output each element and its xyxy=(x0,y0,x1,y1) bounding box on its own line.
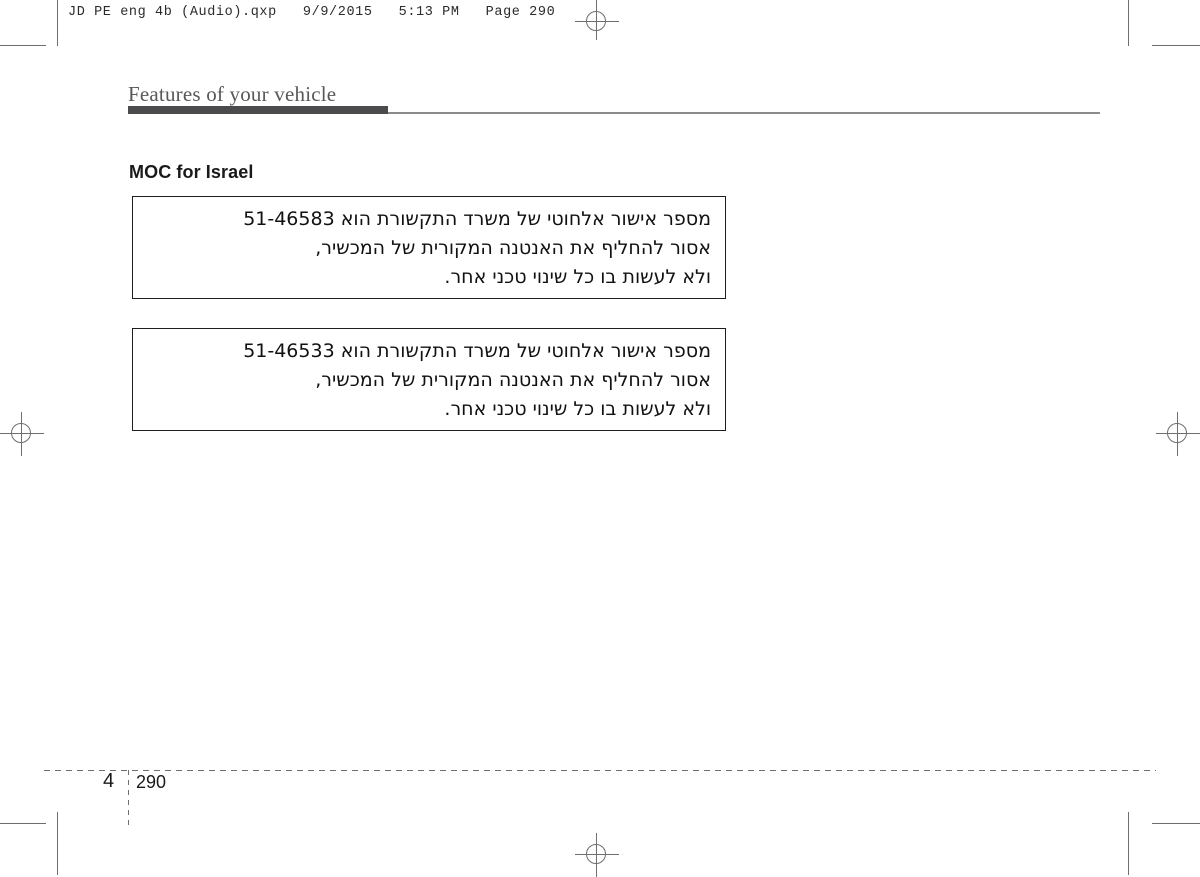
registration-vertical-line xyxy=(1177,412,1178,456)
crop-mark-bottom-left-horizontal xyxy=(0,823,46,824)
notice-line: אסור להחליף את האנטנה המקורית של המכשיר, xyxy=(315,369,711,391)
footer-page-number: 290 xyxy=(136,772,167,792)
section-heading: MOC for Israel xyxy=(129,162,254,182)
registration-horizontal-line xyxy=(0,433,44,434)
registration-horizontal-line xyxy=(1156,433,1200,434)
registration-vertical-line xyxy=(596,0,597,40)
notice-line: מספר אישור אלחוטי של משרד התקשורת הוא 51… xyxy=(243,340,711,362)
print-header-text: JD PE eng 4b (Audio).qxp 9/9/2015 5:13 P… xyxy=(68,5,556,20)
footer-chapter-number: 4 xyxy=(103,770,115,792)
registration-mark-left-icon xyxy=(0,412,44,456)
registration-horizontal-line xyxy=(575,854,619,855)
notice-line: מספר אישור אלחוטי של משרד התקשורת הוא 51… xyxy=(243,208,711,230)
crop-mark-bottom-right-horizontal xyxy=(1152,823,1200,824)
crop-mark-top-left-horizontal xyxy=(0,45,46,46)
moc-notice-box-2: מספר אישור אלחוטי של משרד התקשורת הוא 51… xyxy=(132,328,726,431)
crop-mark-top-right-vertical xyxy=(1128,0,1129,46)
crop-mark-bottom-left-vertical xyxy=(57,812,58,875)
notice-line: ולא לעשות בו כל שינוי טכני אחר. xyxy=(444,266,711,288)
registration-mark-bottom-icon xyxy=(575,833,619,877)
registration-vertical-line xyxy=(21,412,22,456)
registration-vertical-line xyxy=(596,833,597,877)
notice-line: אסור להחליף את האנטנה המקורית של המכשיר, xyxy=(315,237,711,259)
registration-mark-top-icon xyxy=(575,0,619,44)
running-head-rule-thick xyxy=(128,106,388,114)
crop-mark-top-left-vertical xyxy=(57,0,58,46)
page-root: { "print_header": { "text": "JD PE eng 4… xyxy=(0,0,1200,877)
crop-mark-bottom-right-vertical xyxy=(1128,812,1129,875)
footer-dashed-divider xyxy=(128,770,129,825)
notice-line: ולא לעשות בו כל שינוי טכני אחר. xyxy=(444,398,711,420)
moc-notice-box-1: מספר אישור אלחוטי של משרד התקשורת הוא 51… xyxy=(132,196,726,299)
footer-dashed-rule xyxy=(44,770,1156,771)
registration-mark-right-icon xyxy=(1156,412,1200,456)
registration-horizontal-line xyxy=(575,21,619,22)
running-head-title: Features of your vehicle xyxy=(128,82,337,106)
crop-mark-top-right-horizontal xyxy=(1152,45,1200,46)
